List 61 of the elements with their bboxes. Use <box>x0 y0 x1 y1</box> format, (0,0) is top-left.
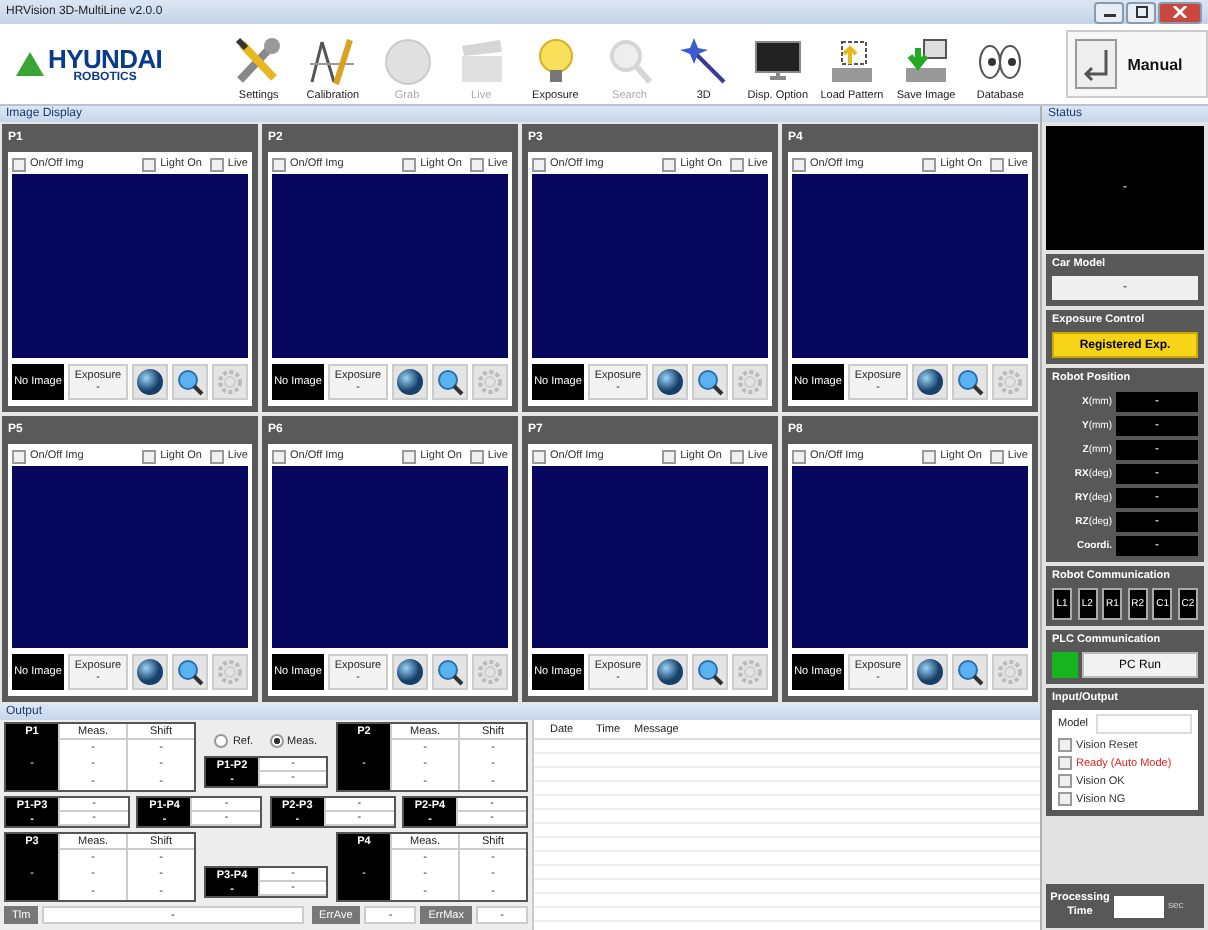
disc-icon <box>384 39 431 85</box>
sphere-icon <box>916 658 944 686</box>
maximize-button[interactable] <box>1126 1 1156 23</box>
capture-button[interactable] <box>652 654 688 690</box>
eyes-icon <box>979 45 1022 79</box>
gear-icon <box>216 368 244 396</box>
search-button[interactable] <box>692 654 728 690</box>
gear-icon <box>996 658 1024 686</box>
drive-arrow-icon <box>906 39 948 82</box>
maximize-icon <box>1133 6 1149 18</box>
gear-icon <box>476 368 504 396</box>
sphere-icon <box>916 368 944 396</box>
capture-button[interactable] <box>132 654 168 690</box>
gear-icon <box>476 658 504 686</box>
gear-icon <box>996 368 1024 396</box>
sphere-icon <box>396 368 424 396</box>
search-icon <box>956 368 984 396</box>
sphere-icon <box>136 658 164 686</box>
search-button[interactable] <box>952 654 988 690</box>
magic-wand-icon <box>679 38 726 84</box>
clapperboard-icon <box>461 40 502 82</box>
monitor-icon <box>754 41 801 80</box>
search-button[interactable] <box>172 364 208 400</box>
wrench-screwdriver-icon <box>236 37 281 83</box>
close-button[interactable] <box>1158 1 1202 23</box>
logo-triangle-icon <box>16 52 44 76</box>
search-icon <box>436 658 464 686</box>
search-button[interactable] <box>432 364 468 400</box>
close-icon <box>1172 6 1188 18</box>
search-icon <box>176 658 204 686</box>
search-icon <box>609 40 652 84</box>
sphere-icon <box>396 658 424 686</box>
gear-icon <box>736 368 764 396</box>
light-bulb-icon <box>538 39 573 82</box>
capture-button[interactable] <box>132 364 168 400</box>
capture-button[interactable] <box>392 654 428 690</box>
search-icon <box>436 368 464 396</box>
search-icon <box>176 368 204 396</box>
search-button[interactable] <box>692 364 728 400</box>
logo-name: HYUNDAI <box>48 45 163 71</box>
search-button[interactable] <box>432 654 468 690</box>
sphere-icon <box>656 658 684 686</box>
compass-ruler-icon <box>309 39 356 85</box>
gear-icon <box>216 658 244 686</box>
mode-button[interactable]: Manual <box>1065 30 1208 98</box>
capture-button[interactable] <box>912 364 948 400</box>
gear-icon <box>736 658 764 686</box>
search-icon <box>956 658 984 686</box>
search-button[interactable] <box>952 364 988 400</box>
model-field[interactable] <box>1095 714 1192 734</box>
search-button[interactable] <box>172 654 208 690</box>
sphere-icon <box>656 368 684 396</box>
processing-time-field <box>1114 895 1164 917</box>
capture-button[interactable] <box>912 654 948 690</box>
capture-button[interactable] <box>392 364 428 400</box>
capture-button[interactable] <box>652 364 688 400</box>
search-icon <box>696 658 724 686</box>
search-icon <box>696 368 724 396</box>
box-arrow-icon <box>831 41 872 82</box>
minimize-button[interactable] <box>1094 1 1124 23</box>
sphere-icon <box>136 368 164 396</box>
